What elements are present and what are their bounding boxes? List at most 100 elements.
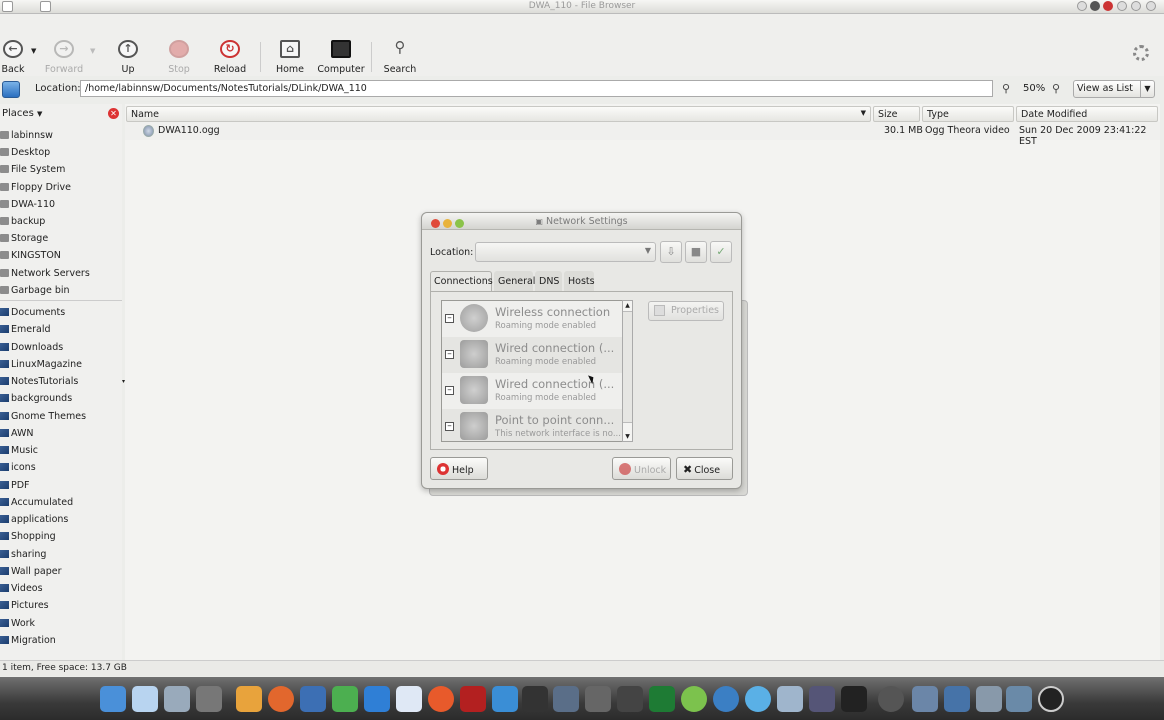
list-item[interactable]: – Wired connection (... Roaming mode ena… bbox=[442, 373, 631, 409]
table-row[interactable]: DWA110.ogg 30.1 MB Ogg Theora video Sun … bbox=[125, 122, 1160, 147]
minimize-icon[interactable] bbox=[1090, 1, 1100, 11]
maximize-dot-icon[interactable] bbox=[455, 219, 464, 228]
sidebar-item[interactable]: DWA-110 bbox=[0, 197, 122, 213]
scroll-down-icon[interactable]: ▼ bbox=[623, 432, 632, 441]
firefox-icon[interactable] bbox=[268, 686, 294, 712]
sidebar-item[interactable]: Floppy Drive bbox=[0, 180, 122, 196]
help-button[interactable]: Help bbox=[430, 457, 488, 480]
unlock-button[interactable]: Unlock bbox=[612, 457, 671, 480]
sidebar-item[interactable]: Storage bbox=[0, 231, 122, 247]
mail-icon[interactable] bbox=[364, 686, 390, 712]
column-header-name[interactable]: Name ▼ bbox=[126, 106, 871, 122]
forward-button[interactable]: → Forward bbox=[39, 40, 89, 75]
back-button[interactable]: ← Back bbox=[0, 40, 38, 75]
location-toggle-icon[interactable] bbox=[2, 81, 20, 98]
sidebar-item[interactable]: PDF bbox=[0, 478, 122, 494]
spreadsheet-icon[interactable] bbox=[332, 686, 358, 712]
location-select[interactable]: ▼ bbox=[475, 242, 656, 262]
delete-location-button[interactable]: ■ bbox=[685, 241, 707, 263]
terminal-icon[interactable] bbox=[522, 686, 548, 712]
document-icon[interactable] bbox=[396, 686, 422, 712]
tab-general[interactable]: General bbox=[494, 271, 535, 291]
sidebar-item[interactable]: LinuxMagazine bbox=[0, 357, 122, 373]
list-item[interactable]: – Wireless connection Roaming mode enabl… bbox=[442, 301, 631, 337]
minimize-dot-icon[interactable] bbox=[443, 219, 452, 228]
tab-connections[interactable]: Connections bbox=[430, 271, 493, 292]
zoom-in-icon[interactable]: ⚲ bbox=[1052, 82, 1060, 95]
sidebar-item[interactable]: Emerald bbox=[0, 322, 122, 338]
snowflake-icon[interactable] bbox=[745, 686, 771, 712]
editor-icon[interactable] bbox=[132, 686, 158, 712]
sidebar-item[interactable]: Migration bbox=[0, 633, 122, 649]
pin-icon[interactable] bbox=[1077, 1, 1087, 11]
sidebar-item[interactable]: Videos bbox=[0, 581, 122, 597]
tool-icon[interactable] bbox=[809, 686, 835, 712]
sidebar-item[interactable]: labinnsw bbox=[0, 128, 122, 144]
sidebar-item[interactable]: KINGSTON bbox=[0, 248, 122, 264]
up-button[interactable]: ↑ Up bbox=[103, 40, 153, 75]
toggle-checkbox[interactable]: – bbox=[445, 422, 454, 431]
network-icon[interactable] bbox=[492, 686, 518, 712]
paint-icon[interactable] bbox=[236, 686, 262, 712]
writer-icon[interactable] bbox=[300, 686, 326, 712]
shade-icon[interactable] bbox=[1131, 1, 1141, 11]
close-dot-icon[interactable] bbox=[431, 219, 440, 228]
scroll-up-icon[interactable]: ▲ bbox=[623, 301, 632, 310]
sidebar-item[interactable]: Network Servers bbox=[0, 266, 122, 282]
back-history-chevron-icon[interactable]: ▼ bbox=[31, 47, 36, 55]
close-window-icon[interactable] bbox=[1103, 1, 1113, 11]
properties-button[interactable]: Properties bbox=[648, 301, 724, 321]
restore-icon[interactable] bbox=[1146, 1, 1156, 11]
list-item[interactable]: – Point to point conn... This network in… bbox=[442, 409, 631, 441]
home-button[interactable]: ⌂ Home bbox=[265, 40, 315, 75]
android-icon[interactable] bbox=[681, 686, 707, 712]
sidebar-item[interactable]: Garbage bin bbox=[0, 283, 122, 299]
disk-icon[interactable] bbox=[878, 686, 904, 712]
sidebar-item[interactable]: File System bbox=[0, 162, 122, 178]
power-icon[interactable] bbox=[1038, 686, 1064, 712]
connections-scrollbar[interactable]: ▲ ▼ bbox=[622, 300, 633, 442]
column-header-size[interactable]: Size bbox=[873, 106, 920, 122]
close-button[interactable]: ✖ Close bbox=[676, 457, 733, 480]
recycle-icon[interactable] bbox=[777, 686, 803, 712]
view-as-select[interactable]: View as List ▼ bbox=[1073, 80, 1155, 98]
location-path-field[interactable]: /home/labinnsw/Documents/NotesTutorials/… bbox=[80, 80, 993, 97]
toggle-checkbox[interactable]: – bbox=[445, 314, 454, 323]
sidebar-item[interactable]: Gnome Themes bbox=[0, 409, 122, 425]
sidebar-item[interactable]: backup bbox=[0, 214, 122, 230]
close-sidebar-icon[interactable]: ✕ bbox=[108, 108, 119, 119]
scanner-icon[interactable] bbox=[553, 686, 579, 712]
apple-icon[interactable] bbox=[944, 686, 970, 712]
search-button[interactable]: ⚲ Search bbox=[375, 40, 425, 76]
sidebar-item[interactable]: Desktop bbox=[0, 145, 122, 161]
switch-icon[interactable] bbox=[1006, 686, 1032, 712]
font-icon[interactable] bbox=[617, 686, 643, 712]
excel-icon[interactable] bbox=[649, 686, 675, 712]
toggle-checkbox[interactable]: – bbox=[445, 350, 454, 359]
stop-button[interactable]: Stop bbox=[154, 40, 204, 75]
globe-icon[interactable] bbox=[713, 686, 739, 712]
reload-button[interactable]: ↻ Reload bbox=[205, 40, 255, 75]
calculator-icon[interactable] bbox=[585, 686, 611, 712]
sidebar-item[interactable]: AWN bbox=[0, 426, 122, 442]
sidebar-item[interactable]: Accumulated bbox=[0, 495, 122, 511]
toggle-checkbox[interactable]: – bbox=[445, 386, 454, 395]
sidebar-item[interactable]: sharing bbox=[0, 547, 122, 563]
sidebar-item[interactable]: Documents bbox=[0, 305, 122, 321]
maximize-icon[interactable] bbox=[1117, 1, 1127, 11]
apply-location-button[interactable]: ✓ bbox=[710, 241, 732, 263]
list-item[interactable]: – Wired connection (... Roaming mode ena… bbox=[442, 337, 631, 373]
media-player-icon[interactable] bbox=[428, 686, 454, 712]
sidebar-item[interactable]: Downloads bbox=[0, 340, 122, 356]
forward-history-chevron-icon[interactable]: ▼ bbox=[90, 47, 95, 55]
zoom-out-icon[interactable]: ⚲ bbox=[1002, 82, 1010, 95]
places-dropdown[interactable]: Places ▼ bbox=[0, 104, 122, 124]
sidebar-item[interactable]: applications bbox=[0, 512, 122, 528]
tab-hosts[interactable]: Hosts bbox=[564, 271, 595, 291]
computer-button[interactable]: Computer bbox=[316, 40, 366, 75]
sidebar-item[interactable]: Music bbox=[0, 443, 122, 459]
column-header-type[interactable]: Type bbox=[922, 106, 1014, 122]
column-header-date[interactable]: Date Modified bbox=[1016, 106, 1158, 122]
folder-icon[interactable] bbox=[912, 686, 938, 712]
pdf-reader-icon[interactable] bbox=[460, 686, 486, 712]
